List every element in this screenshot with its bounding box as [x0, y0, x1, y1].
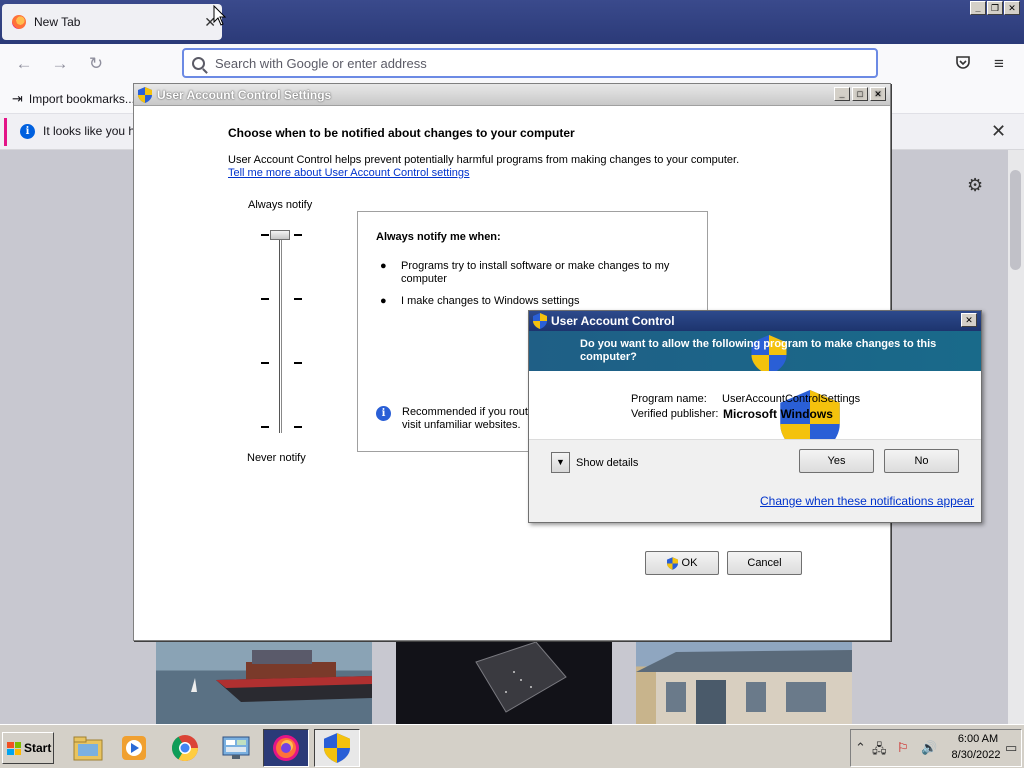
- change-notifications-link[interactable]: Change when these notifications appear: [760, 494, 974, 508]
- uac-prompt-question: Do you want to allow the following progr…: [580, 338, 937, 363]
- tile-dark-image[interactable]: [396, 642, 612, 724]
- show-desktop-icon[interactable]: ▭: [1005, 740, 1017, 756]
- back-arrow-icon[interactable]: ←: [14, 54, 34, 74]
- scrollbar-thumb[interactable]: [1010, 170, 1021, 270]
- action-center-icon[interactable]: ⚐: [897, 740, 909, 756]
- info-icon: i: [376, 406, 391, 421]
- uac-taskbar-icon[interactable]: [314, 729, 360, 767]
- firefox-taskbar-icon[interactable]: [263, 729, 309, 767]
- browser-window-controls: _ ❐ ✕: [970, 1, 1020, 15]
- slider-top-label: Always notify: [248, 199, 313, 211]
- gear-icon[interactable]: ⚙: [967, 175, 983, 196]
- show-details-label[interactable]: Show details: [576, 457, 638, 469]
- forward-arrow-icon[interactable]: →: [50, 54, 70, 74]
- uac-settings-title: User Account Control Settings: [157, 87, 332, 102]
- volume-icon[interactable]: 🔊: [921, 740, 937, 756]
- import-bookmarks-link[interactable]: Import bookmarks...: [29, 92, 135, 106]
- pocket-icon[interactable]: [953, 54, 973, 74]
- slider-tick: [261, 298, 269, 300]
- close-button[interactable]: ✕: [1004, 1, 1020, 15]
- search-icon: [192, 56, 205, 70]
- clock-date[interactable]: 8/30/2022: [946, 749, 1006, 761]
- reload-icon[interactable]: ↻: [86, 54, 106, 74]
- info-icon: i: [20, 124, 35, 139]
- media-player-icon[interactable]: [111, 729, 157, 767]
- import-icon: ⇥: [12, 90, 23, 106]
- browser-navbar: ← → ↻ Search with Google or enter addres…: [0, 44, 1024, 84]
- tab-title: New Tab: [34, 15, 81, 29]
- shield-icon: [533, 313, 547, 329]
- minimize-button[interactable]: _: [970, 1, 986, 15]
- chrome-icon[interactable]: [162, 729, 208, 767]
- menu-hamburger-icon[interactable]: ≡: [989, 54, 1009, 74]
- taskbar: Start: [0, 724, 1024, 768]
- mouse-cursor-icon: [213, 5, 227, 26]
- notify-slider-thumb[interactable]: [270, 230, 290, 240]
- browser-titlebar: New Tab ✕ _ ❐ ✕: [0, 0, 1024, 44]
- uac-settings-heading: Choose when to be notified about changes…: [228, 126, 575, 140]
- publisher-value: Microsoft Windows: [723, 407, 833, 421]
- tab-new-tab[interactable]: New Tab ✕: [2, 4, 222, 40]
- slider-tick: [261, 362, 269, 364]
- notice-text: It looks like you ha: [43, 124, 142, 138]
- network-icon[interactable]: 🖧: [872, 740, 887, 762]
- slider-tick: [261, 234, 269, 236]
- show-details-button[interactable]: ▼: [551, 452, 570, 473]
- bullet-icon: ●: [380, 295, 387, 307]
- notify-bullet: I make changes to Windows settings: [401, 295, 580, 307]
- maximize-button[interactable]: □: [852, 87, 868, 101]
- start-label: Start: [24, 741, 52, 755]
- tile-building-image[interactable]: [636, 642, 852, 724]
- notify-bullet: Programs try to install software or make…: [401, 260, 670, 285]
- uac-settings-description: User Account Control helps prevent poten…: [228, 154, 740, 166]
- uac-prompt-titlebar: User Account Control ✕: [529, 311, 981, 331]
- address-placeholder: Search with Google or enter address: [215, 55, 427, 71]
- learn-more-link[interactable]: Tell me more about User Account Control …: [228, 167, 470, 179]
- control-panel-icon[interactable]: [213, 729, 259, 767]
- cancel-button[interactable]: Cancel: [727, 551, 802, 575]
- bullet-icon: ●: [380, 260, 387, 272]
- restore-button[interactable]: ❐: [987, 1, 1003, 15]
- program-name-value: UserAccountControlSettings: [722, 393, 861, 405]
- slider-tick: [294, 298, 302, 300]
- uac-settings-titlebar: User Account Control Settings _ □ ✕: [134, 84, 890, 106]
- minimize-button[interactable]: _: [834, 87, 850, 101]
- uac-settings-window-controls: _ □ ✕: [834, 87, 886, 101]
- tile-ship-image[interactable]: [156, 642, 372, 724]
- uac-prompt-body: Program name: UserAccountControlSettings…: [529, 371, 981, 458]
- firefox-icon: [12, 15, 26, 29]
- file-explorer-icon[interactable]: [65, 729, 111, 767]
- slider-bottom-label: Never notify: [247, 452, 306, 464]
- no-button[interactable]: No: [884, 449, 959, 473]
- program-name-label: Program name:: [631, 393, 707, 405]
- uac-prompt-banner: Do you want to allow the following progr…: [529, 331, 981, 375]
- uac-prompt-dialog: User Account Control ✕ Do you want to al…: [528, 310, 982, 523]
- notify-box-title: Always notify me when:: [376, 231, 501, 243]
- shield-icon: [138, 86, 152, 103]
- close-button[interactable]: ✕: [961, 313, 977, 327]
- close-button[interactable]: ✕: [870, 87, 886, 101]
- ok-button[interactable]: OK: [645, 551, 719, 575]
- tray-expand-icon[interactable]: ⌃: [855, 740, 866, 756]
- slider-tick: [261, 426, 269, 428]
- clock-time[interactable]: 6:00 AM: [953, 733, 1003, 745]
- windows-logo-icon: [7, 741, 21, 755]
- address-bar[interactable]: Search with Google or enter address: [182, 48, 878, 78]
- ok-label: OK: [681, 557, 698, 569]
- notice-close-icon[interactable]: ✕: [991, 121, 1006, 142]
- publisher-label: Verified publisher:: [631, 408, 719, 420]
- notify-slider-track[interactable]: [279, 233, 282, 433]
- uac-prompt-footer: ▼ Show details Yes No Change when these …: [529, 439, 981, 522]
- shield-icon: [666, 556, 678, 570]
- slider-tick: [294, 426, 302, 428]
- start-button[interactable]: Start: [2, 732, 54, 764]
- slider-tick: [294, 362, 302, 364]
- uac-prompt-title: User Account Control: [551, 314, 675, 328]
- notice-accent: [4, 118, 7, 146]
- yes-button[interactable]: Yes: [799, 449, 874, 473]
- slider-tick: [294, 234, 302, 236]
